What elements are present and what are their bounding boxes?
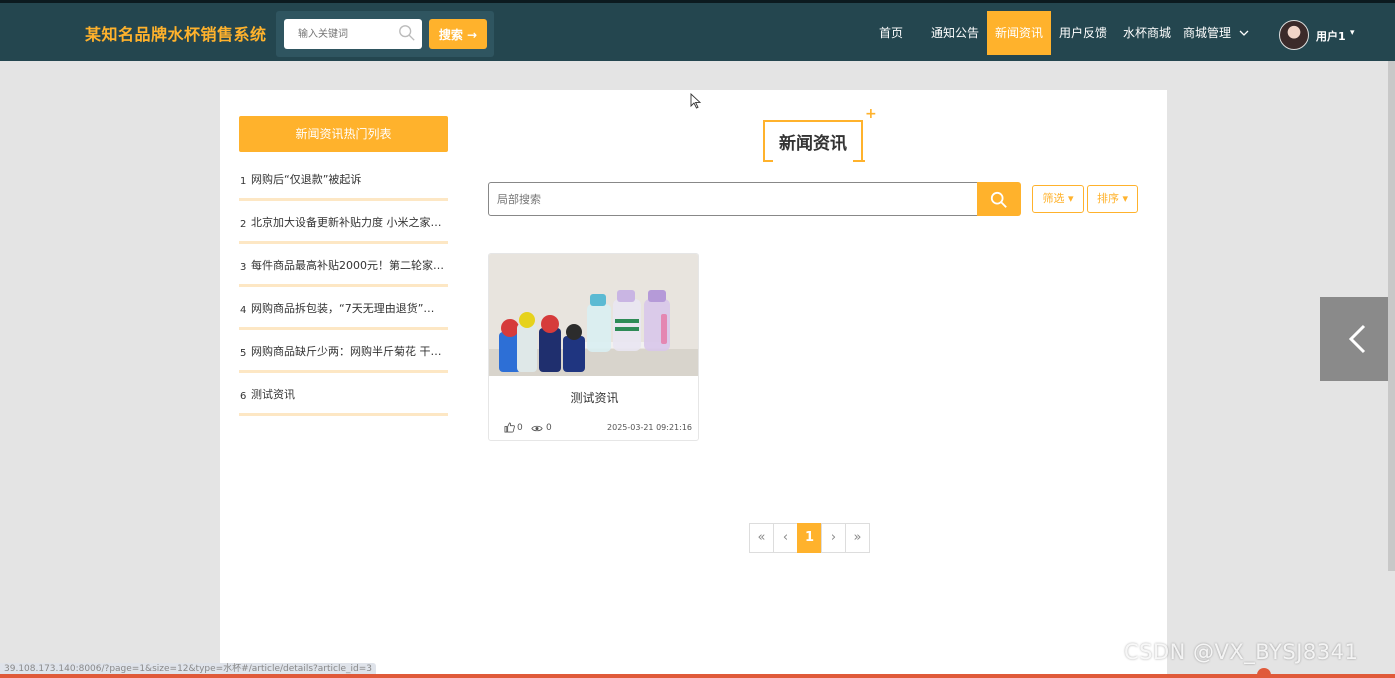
search-icon bbox=[990, 191, 1007, 208]
chevron-down-icon bbox=[1239, 30, 1249, 36]
page-number-button[interactable]: 1 bbox=[797, 523, 822, 553]
local-search-button[interactable] bbox=[977, 182, 1021, 216]
hot-item-number: 2 bbox=[240, 219, 247, 230]
first-page-button[interactable]: « bbox=[749, 523, 774, 553]
publish-date: 2025-03-21 09:21:16 bbox=[607, 423, 692, 432]
scrollbar[interactable] bbox=[1388, 61, 1395, 571]
search-button[interactable]: 搜索 → bbox=[429, 19, 487, 49]
view-count: 0 bbox=[546, 423, 552, 433]
caret-down-icon: ▾ bbox=[1118, 192, 1129, 205]
section-title-corner bbox=[763, 160, 773, 162]
hot-item-title[interactable]: 每件商品最高补贴2000元！第二轮家… bbox=[251, 257, 444, 273]
hot-item-title[interactable]: 网购商品缺斤少两：网购半斤菊花 干… bbox=[251, 343, 444, 359]
hot-list-item[interactable]: 3 每件商品最高补贴2000元！第二轮家… bbox=[239, 244, 448, 287]
hot-item-number: 5 bbox=[240, 348, 247, 359]
filter-dropdown[interactable]: 筛选 ▾ bbox=[1032, 185, 1084, 213]
hot-item-number: 4 bbox=[240, 305, 247, 316]
hot-list-item[interactable]: 6 测试资讯 bbox=[239, 373, 448, 416]
chevron-left-icon bbox=[1348, 324, 1366, 354]
hot-item-title[interactable]: 北京加大设备更新补贴力度 小米之家… bbox=[251, 214, 444, 230]
nav-home[interactable]: 首页 bbox=[870, 11, 912, 55]
site-brand[interactable]: 某知名品牌水杯销售系统 bbox=[85, 21, 267, 45]
hot-item-number: 6 bbox=[240, 391, 247, 402]
plus-icon: + bbox=[865, 106, 877, 122]
hot-list-item[interactable]: 2 北京加大设备更新补贴力度 小米之家… bbox=[239, 201, 448, 244]
nav-shop[interactable]: 水杯商城 bbox=[1118, 11, 1176, 55]
nav-mall-admin-label: 商城管理 bbox=[1183, 26, 1232, 40]
news-card[interactable]: 测试资讯 0 0 2025-03-21 09:21:16 bbox=[488, 253, 699, 441]
progress-handle[interactable] bbox=[1257, 668, 1271, 678]
nav-mall-admin[interactable]: 商城管理 bbox=[1183, 11, 1233, 55]
filter-label: 筛选 bbox=[1042, 192, 1065, 205]
hot-list-item[interactable]: 5 网购商品缺斤少两：网购半斤菊花 干… bbox=[239, 330, 448, 373]
thumbs-up-icon[interactable] bbox=[504, 422, 515, 433]
eye-icon bbox=[531, 425, 543, 432]
mouse-cursor-icon bbox=[690, 93, 702, 109]
top-navbar: 某知名品牌水杯销售系统 搜索 → 首页 通知公告 新闻资讯 用户反馈 水杯商城 … bbox=[0, 0, 1395, 61]
like-count: 0 bbox=[517, 423, 523, 433]
section-title-corner bbox=[853, 160, 865, 162]
last-page-button[interactable]: » bbox=[845, 523, 870, 553]
local-search-input[interactable] bbox=[488, 182, 978, 216]
news-thumbnail-image bbox=[489, 254, 698, 376]
hot-item-title[interactable]: 网购后“仅退款”被起诉 bbox=[251, 171, 444, 187]
caret-down-icon[interactable]: ▾ bbox=[1350, 28, 1355, 38]
hot-item-number: 1 bbox=[240, 176, 247, 187]
hot-list-title: 新闻资讯热门列表 bbox=[239, 116, 448, 152]
user-name[interactable]: 用户1 bbox=[1316, 28, 1346, 44]
video-progress-bar[interactable] bbox=[0, 674, 1395, 678]
prev-page-button[interactable]: ‹ bbox=[773, 523, 798, 553]
side-panel-toggle[interactable] bbox=[1320, 297, 1395, 381]
caret-down-icon: ▾ bbox=[1064, 192, 1074, 205]
watermark: CSDN @VX_BYSJ8341 bbox=[1124, 640, 1359, 664]
hot-item-number: 3 bbox=[240, 262, 247, 273]
hot-item-title[interactable]: 网购商品拆包装，“7天无理由退货”不… bbox=[251, 300, 444, 316]
header-search: 搜索 → bbox=[276, 11, 494, 57]
nav-notices[interactable]: 通知公告 bbox=[925, 11, 985, 55]
nav-news[interactable]: 新闻资讯 bbox=[987, 11, 1051, 55]
next-page-button[interactable]: › bbox=[821, 523, 846, 553]
hot-list-item[interactable]: 4 网购商品拆包装，“7天无理由退货”不… bbox=[239, 287, 448, 330]
section-title: 新闻资讯 bbox=[779, 134, 847, 154]
search-icon bbox=[399, 25, 415, 41]
hot-list-item[interactable]: 1 网购后“仅退款”被起诉 bbox=[239, 158, 448, 201]
news-card-title[interactable]: 测试资讯 bbox=[489, 389, 698, 406]
hot-item-title[interactable]: 测试资讯 bbox=[251, 386, 444, 402]
sort-dropdown[interactable]: 排序 ▾ bbox=[1087, 185, 1138, 213]
sort-label: 排序 bbox=[1096, 192, 1119, 205]
pagination: « ‹ 1 › » bbox=[749, 523, 870, 553]
avatar[interactable] bbox=[1279, 20, 1309, 50]
nav-feedback[interactable]: 用户反馈 bbox=[1054, 11, 1112, 55]
